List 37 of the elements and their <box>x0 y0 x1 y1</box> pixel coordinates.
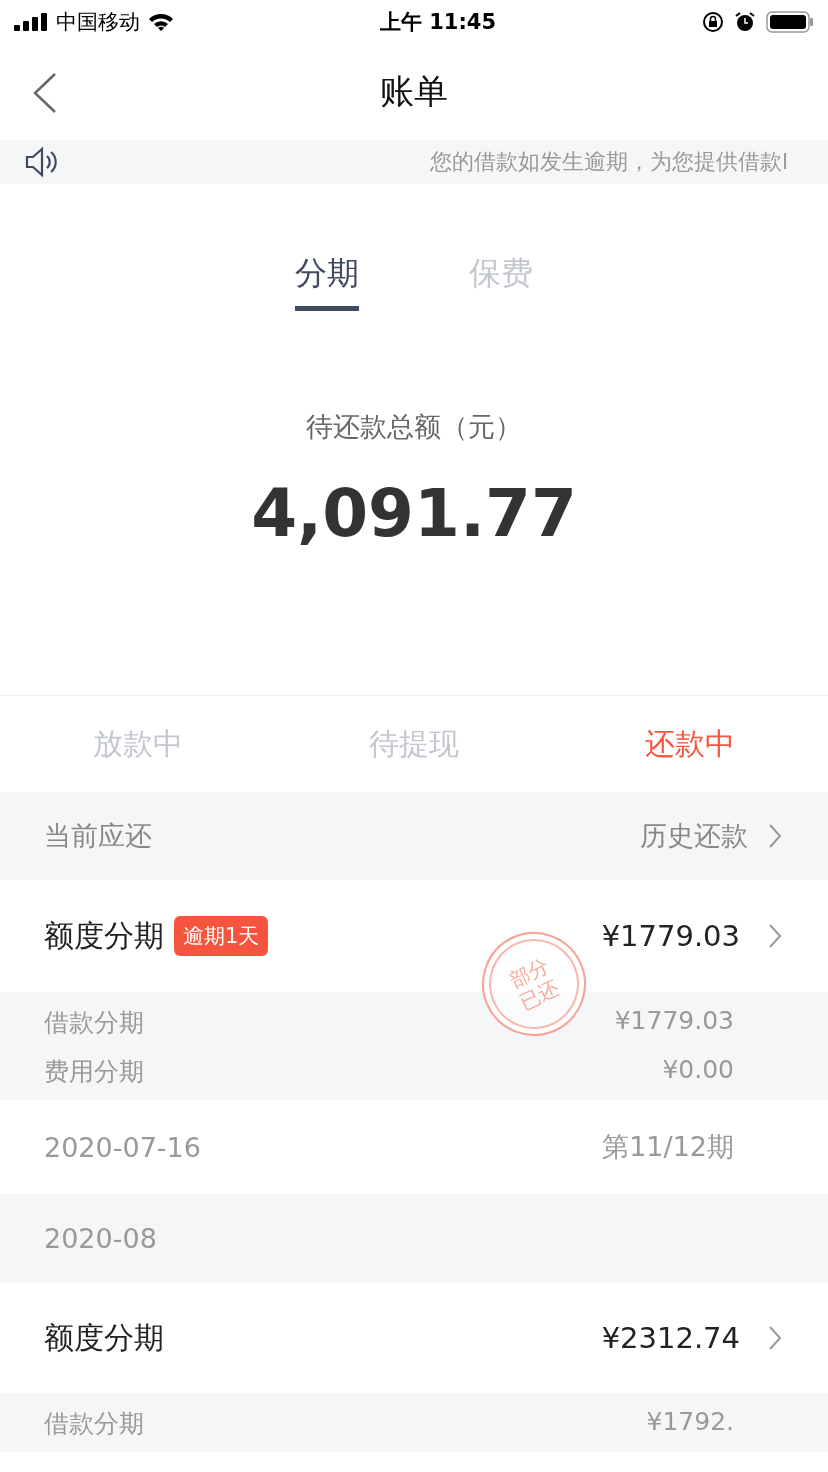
notice-text: 您的借款如发生逾期，为您提供借款l <box>429 148 788 176</box>
detail-value: ¥1779.03 <box>614 1006 734 1037</box>
detail-value: ¥1792. <box>646 1407 734 1438</box>
tab[interactable]: 分期 <box>295 252 359 311</box>
wifi-icon <box>148 13 174 31</box>
bill-amount: ¥1779.03 <box>601 919 740 953</box>
bill-title: 额度分期 <box>44 916 164 955</box>
page-title: 账单 <box>380 70 448 113</box>
chevron-icon <box>768 1325 782 1351</box>
clock: 上午 11:45 <box>379 9 497 36</box>
signal-icon <box>14 13 48 31</box>
due-date: 2020-07-16 <box>44 1131 201 1163</box>
alarm-icon <box>734 11 756 33</box>
battery-icon <box>766 11 814 33</box>
total-label: 待还款总额（元） <box>306 410 522 444</box>
chevron-icon <box>768 923 782 949</box>
month-header: 2020-08 <box>44 1223 157 1254</box>
overdue-badge: 逾期1天 <box>174 916 269 956</box>
section-title: 当前应还 <box>44 819 152 853</box>
history-link[interactable]: 历史还款 <box>640 818 748 854</box>
detail-value: ¥0.00 <box>662 1055 734 1086</box>
back-icon[interactable] <box>32 72 58 114</box>
detail-label: 借款分期 <box>44 1408 144 1440</box>
bill-title: 额度分期 <box>44 1318 164 1357</box>
total-amount: 4,091.77 <box>251 475 577 552</box>
status-tab[interactable]: 还款中 <box>552 696 828 792</box>
rotation-lock-icon <box>702 11 724 33</box>
chevron-icon <box>768 823 782 849</box>
carrier: 中国移动 <box>56 9 140 36</box>
period: 第11/12期 <box>602 1130 734 1164</box>
status-tab[interactable]: 放款中 <box>0 696 276 792</box>
status-tab[interactable]: 待提现 <box>276 696 552 792</box>
detail-label: 费用分期 <box>44 1056 144 1088</box>
tab[interactable]: 保费 <box>469 252 533 311</box>
speaker-icon <box>24 145 58 179</box>
bill-amount: ¥2312.74 <box>601 1321 740 1355</box>
detail-label: 借款分期 <box>44 1007 144 1039</box>
